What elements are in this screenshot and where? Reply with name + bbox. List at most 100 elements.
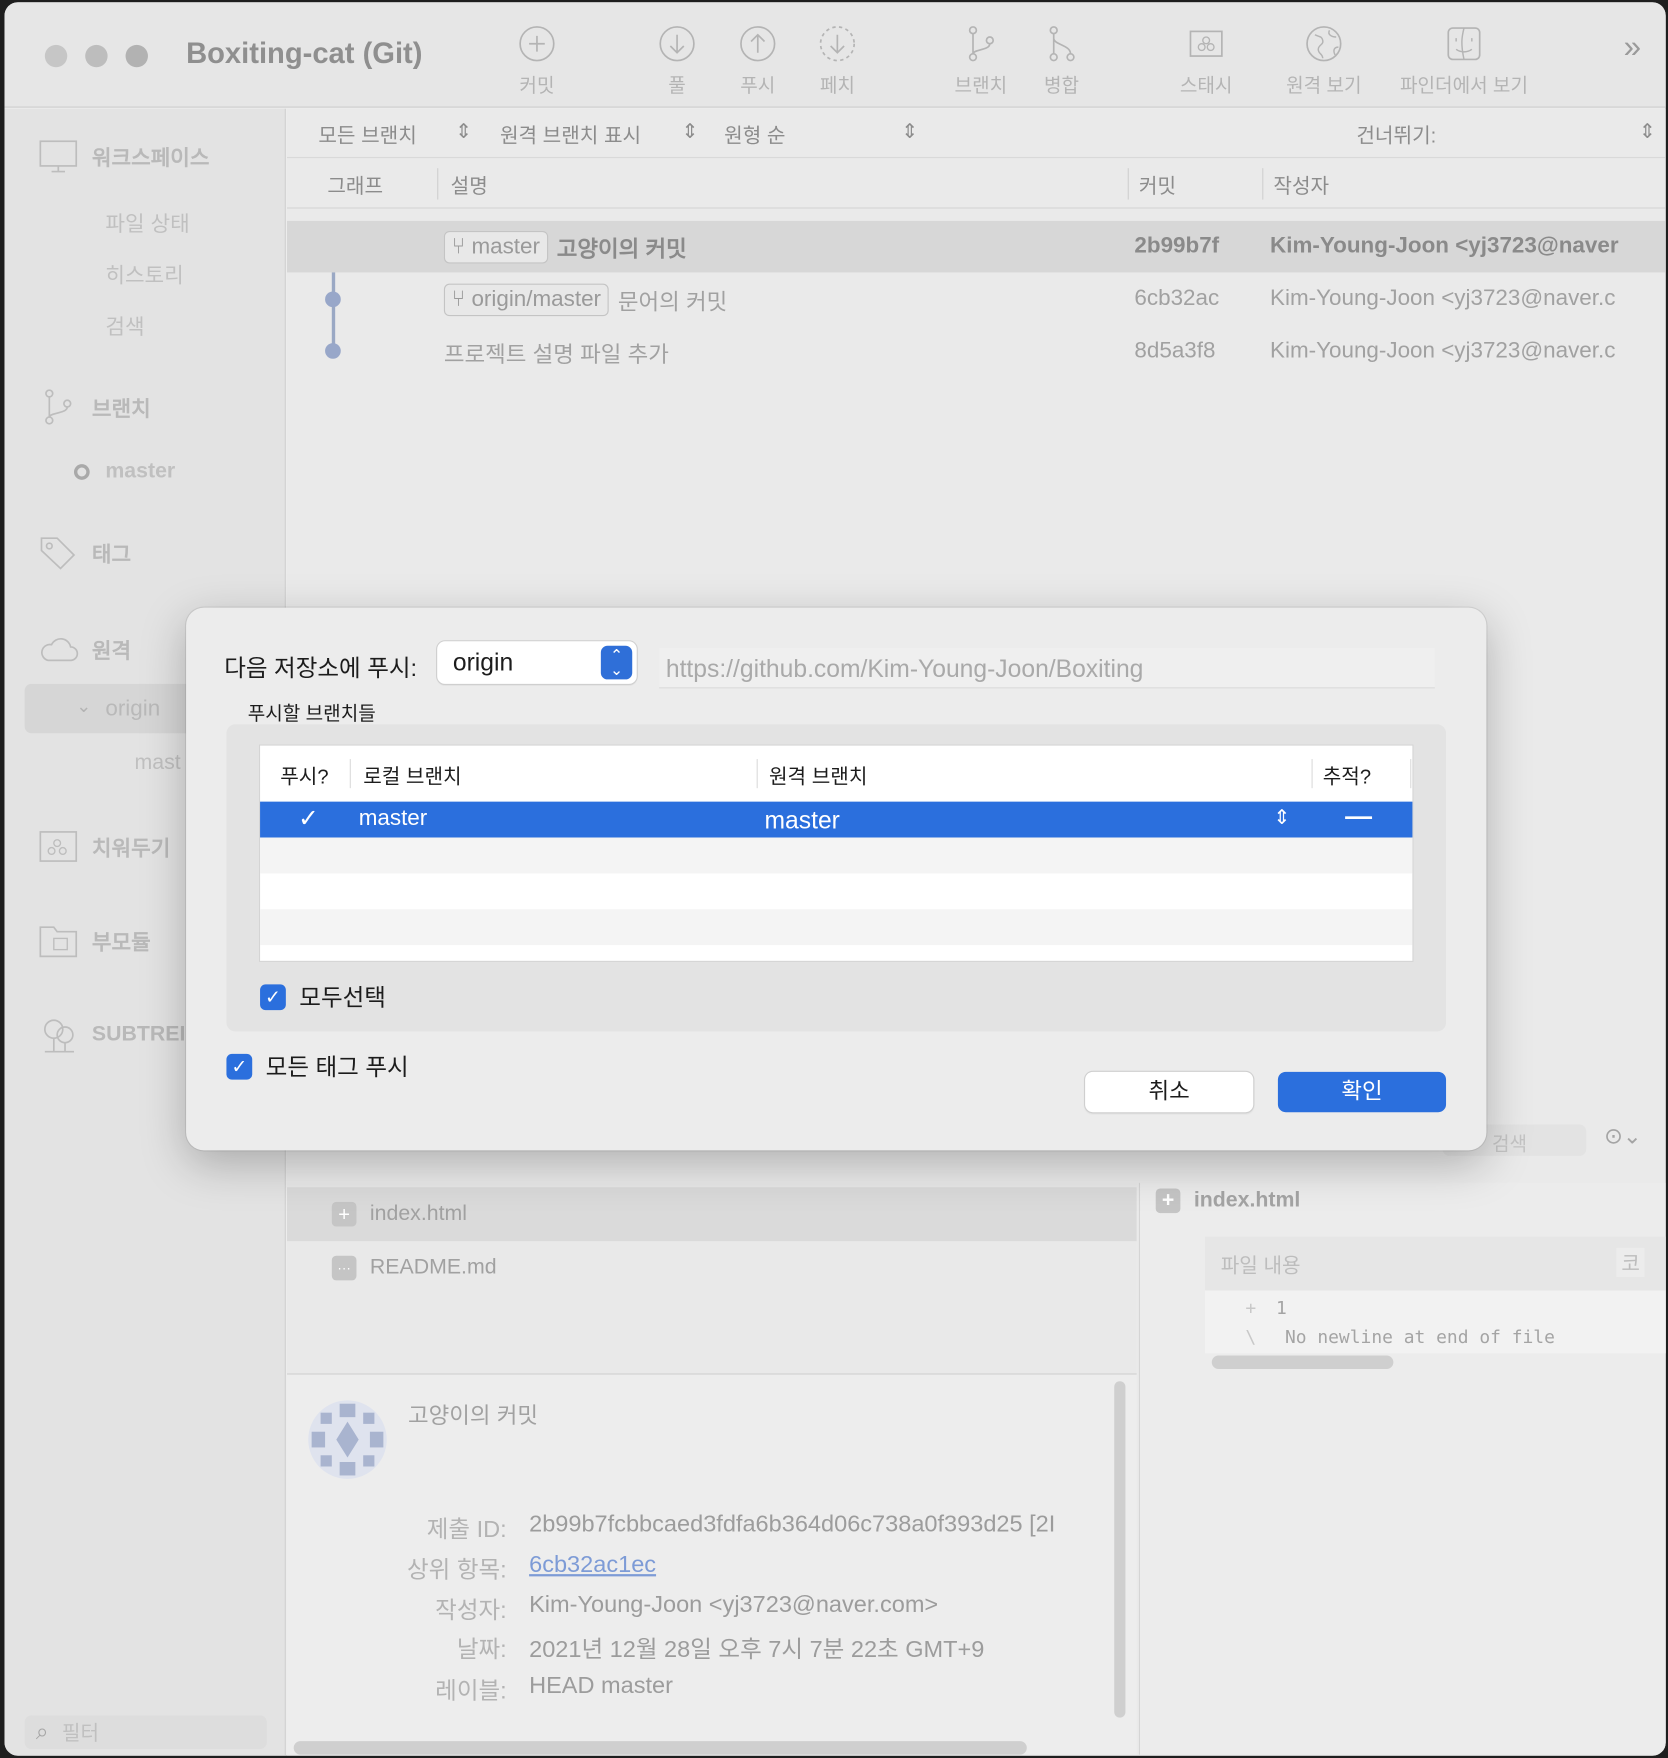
show-in-finder-button[interactable]: 파인더에서 보기	[1386, 25, 1543, 98]
column-graph[interactable]: 그래프	[327, 170, 383, 199]
merge-icon	[1049, 26, 1075, 62]
commit-author: Kim-Young-Joon <yj3723@naver.c	[1270, 338, 1616, 364]
minimize-window-button[interactable]	[85, 44, 108, 68]
file-name: README.md	[369, 1255, 497, 1280]
branch-filter-select[interactable]: 모든 브랜치	[318, 120, 416, 149]
branches-table: 푸시? 로컬 브랜치 원격 브랜치 추적? ✓ master master ⇕ …	[258, 744, 1414, 962]
remote-select[interactable]: origin ⌃ ⌄	[437, 641, 637, 684]
branch-push-row[interactable]: ✓ master master ⇕ —	[260, 801, 1413, 838]
cancel-button[interactable]: 취소	[1085, 1071, 1254, 1113]
file-row[interactable]: ··· README.md	[287, 1241, 1137, 1295]
chevron-updown-icon: ⇕	[901, 119, 919, 143]
detail-label: 제출 ID:	[426, 1516, 507, 1543]
push-checkbox[interactable]: ✓	[298, 804, 319, 833]
chevron-updown-icon: ⇕	[455, 119, 473, 143]
close-window-button[interactable]	[44, 44, 68, 68]
branches-table-header: 푸시? 로컬 브랜치 원격 브랜치 추적?	[260, 746, 1412, 802]
plus-circle-icon	[519, 26, 555, 62]
push-dialog: 다음 저장소에 푸시: origin ⌃ ⌄ https://github.com…	[186, 607, 1487, 1151]
dashed-arrow-down-circle-icon	[819, 26, 856, 62]
column-divider	[437, 168, 439, 200]
track-checkbox[interactable]: —	[1345, 802, 1372, 833]
column-track[interactable]: 추적?	[1323, 761, 1371, 790]
push-button-label: 푸시	[740, 75, 776, 97]
log-column-header: 그래프 설명 커밋 작성자	[286, 159, 1666, 209]
diff-code: + 1 \ No newline at end of file	[1205, 1290, 1666, 1354]
commit-row[interactable]: ⑂ origin/master 문어의 커밋 6cb32ac Kim-Young…	[287, 274, 1666, 326]
stash-button[interactable]: 스태시	[1156, 25, 1257, 98]
diff-line-marker: \	[1245, 1326, 1257, 1348]
select-all-checkbox[interactable]: ✓ 모두선택	[260, 980, 386, 1014]
stash-button-label: 스태시	[1179, 75, 1233, 97]
sidebar-section-subtrees: SUBTREI	[38, 1017, 185, 1053]
detail-label: 레이블:	[435, 1678, 507, 1705]
sidebar-section-remotes: 원격	[38, 631, 131, 667]
fetch-button[interactable]: 페치	[787, 25, 888, 98]
diff-file-name: index.html	[1193, 1188, 1301, 1212]
search-icon: ⌕	[35, 1719, 49, 1744]
column-local-branch[interactable]: 로컬 브랜치	[363, 761, 461, 790]
fetch-button-label: 페치	[819, 75, 855, 97]
details-vertical-scrollbar[interactable]	[1114, 1381, 1126, 1718]
branches-panel: 푸시? 로컬 브랜치 원격 브랜치 추적? ✓ master master ⇕ …	[226, 724, 1447, 1032]
stash-icon	[39, 831, 78, 862]
changed-files-list: + index.html ··· README.md	[286, 1182, 1137, 1374]
detail-value: Kim-Young-Joon <yj3723@naver.com>	[529, 1592, 939, 1618]
file-row[interactable]: + index.html	[286, 1187, 1137, 1242]
sidebar-item-search[interactable]: 검색	[105, 311, 144, 341]
checkmark-icon: ✓	[226, 1053, 253, 1080]
column-remote-branch[interactable]: 원격 브랜치	[769, 761, 867, 790]
show-remote-button[interactable]: 원격 보기	[1273, 25, 1374, 98]
monitor-icon	[39, 140, 78, 173]
column-description[interactable]: 설명	[451, 170, 488, 199]
sidebar-item-file-status[interactable]: 파일 상태	[105, 207, 189, 237]
sidebar-filter-input[interactable]: ⌕ 필터	[24, 1715, 267, 1750]
diff-hunk-action[interactable]: 코	[1616, 1247, 1645, 1278]
stash-icon	[1189, 30, 1223, 57]
show-remote-branches-select[interactable]: 원격 브랜치 표시	[500, 120, 641, 149]
sidebar-item-branch-master[interactable]: master	[73, 460, 175, 485]
sidebar-section-branches: 브랜치	[38, 389, 151, 425]
zoom-window-button[interactable]	[125, 44, 148, 68]
parent-commit-link[interactable]: 6cb32ac1ec	[529, 1552, 656, 1579]
toolbar: Boxiting-cat (Git) 커밋 풀 푸시 페치 브랜치 병합 스태시	[4, 2, 1666, 108]
merge-button[interactable]: 병합	[1011, 25, 1112, 98]
detail-value: 2021년 12월 28일 오후 7시 7분 22초 GMT+9	[529, 1636, 985, 1663]
sidebar-section-tags: 태그	[38, 535, 131, 571]
order-select[interactable]: 원형 순	[724, 120, 785, 149]
more-options-icon[interactable]: ⊙⌄	[1604, 1122, 1642, 1150]
stage: Boxiting-cat (Git) 커밋 풀 푸시 페치 브랜치 병합 스태시	[0, 0, 1668, 1758]
column-author[interactable]: 작성자	[1273, 170, 1329, 199]
push-to-label: 다음 저장소에 푸시:	[224, 655, 418, 682]
remote-branch-select[interactable]: master	[765, 806, 840, 835]
column-commit[interactable]: 커밋	[1139, 170, 1176, 199]
commit-hash: 2b99b7f	[1134, 233, 1220, 258]
commit-button[interactable]: 커밋	[487, 25, 588, 98]
skip-label: 건너뛰기:	[1356, 124, 1437, 147]
remote-url-field[interactable]: https://github.com/Kim-Young-Joon/Boxiti…	[659, 648, 1435, 689]
details-horizontal-scrollbar[interactable]	[293, 1741, 1027, 1755]
detail-label: 날짜:	[456, 1636, 507, 1663]
chevron-updown-icon: ⇕	[681, 119, 699, 143]
commit-message: 고양이의 커밋	[556, 237, 687, 263]
push-all-tags-checkbox[interactable]: ✓ 모든 태그 푸시	[226, 1049, 409, 1083]
commit-row[interactable]: 프로젝트 설명 파일 추가 8d5a3f8 Kim-Young-Joon <yj…	[287, 326, 1666, 378]
sidebar-item-remote-origin-master[interactable]: mast	[135, 751, 181, 776]
sidebar-item-history[interactable]: 히스토리	[105, 259, 183, 289]
folder-icon	[39, 926, 78, 958]
sidebar-filter-placeholder: 필터	[61, 1722, 100, 1745]
skip-stepper[interactable]: ⇕	[1639, 120, 1656, 144]
sidebar-section-submodules: 부모듈	[38, 923, 151, 959]
diff-line: + 1	[1245, 1297, 1286, 1318]
commit-details: 고양이의 커밋 제출 ID: 2b99b7fcbbcaed3fdfa6b364d…	[286, 1373, 1137, 1755]
checkmark-icon: ✓	[260, 983, 286, 1010]
column-divider	[1262, 168, 1264, 200]
confirm-button[interactable]: 확인	[1277, 1071, 1447, 1113]
pull-button-label: 풀	[668, 75, 686, 97]
sidebar-tags-label: 태그	[91, 543, 132, 567]
toolbar-overflow-button[interactable]: »	[1624, 29, 1641, 65]
commit-row[interactable]: ⑂ master 고양이의 커밋 2b99b7f Kim-Young-Joon …	[286, 220, 1666, 273]
detail-value: HEAD master	[529, 1672, 673, 1699]
column-push[interactable]: 푸시?	[280, 761, 328, 790]
diff-horizontal-scrollbar[interactable]	[1211, 1355, 1394, 1369]
